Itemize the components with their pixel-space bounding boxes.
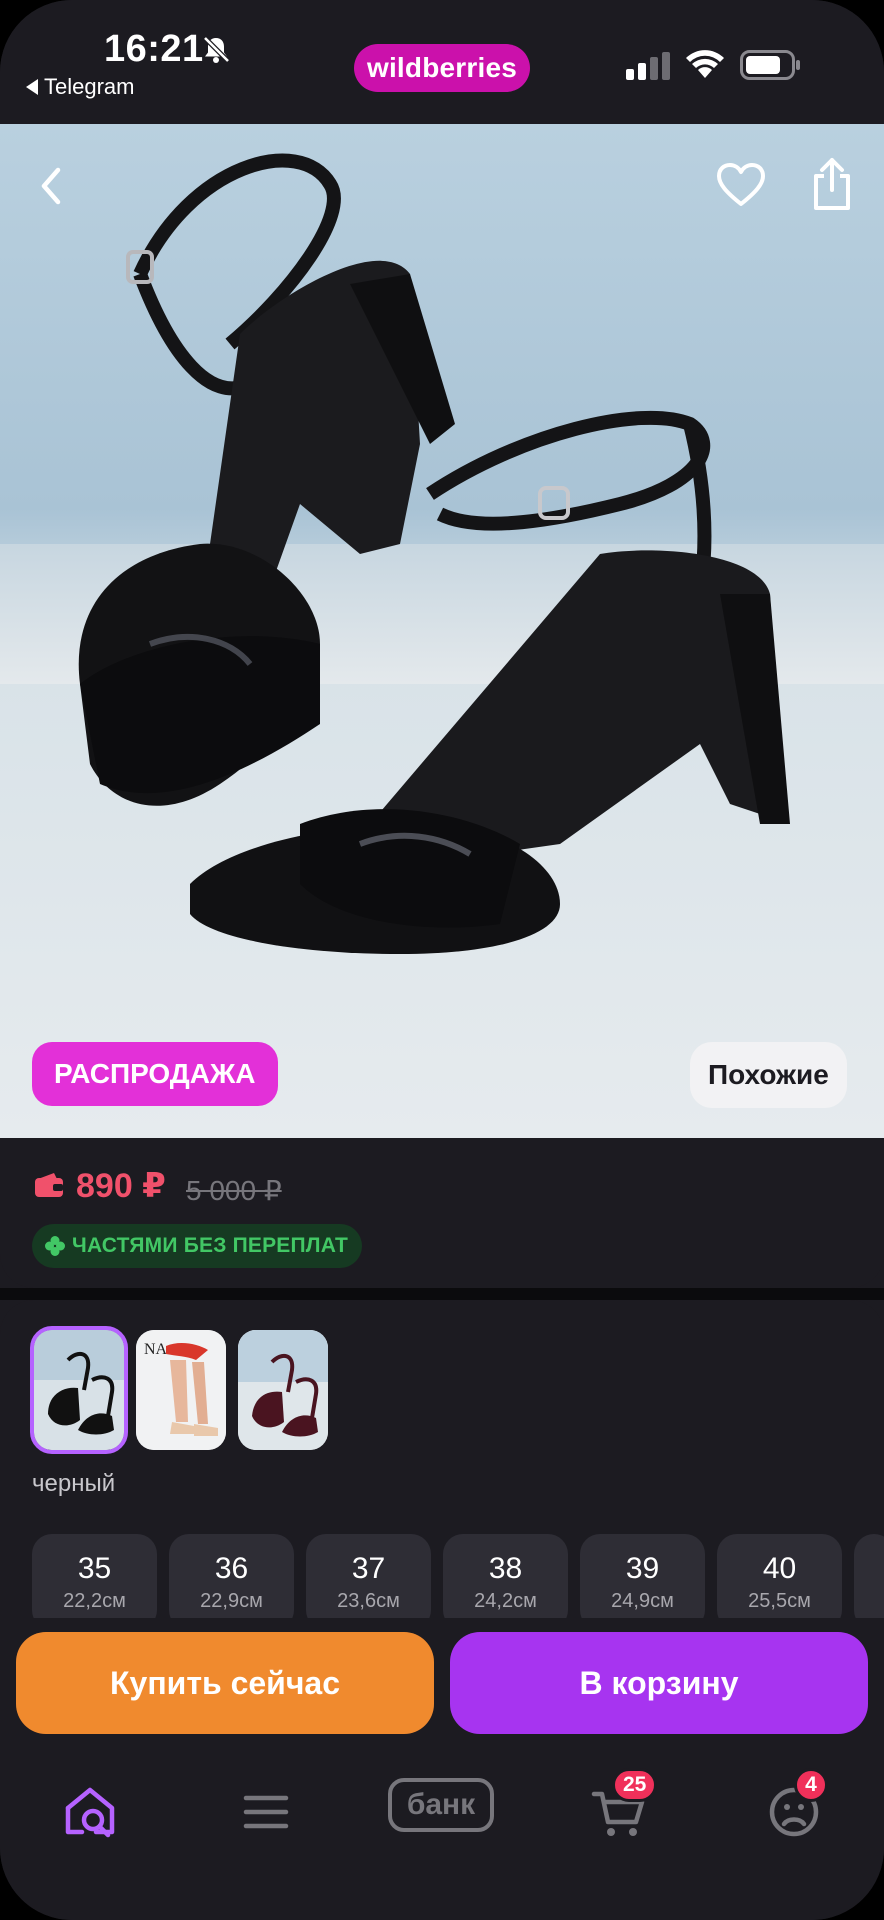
color-thumbnail-beige[interactable]: NA	[136, 1330, 226, 1450]
buy-now-button[interactable]: Купить сейчас	[16, 1632, 434, 1734]
add-to-cart-button[interactable]: В корзину	[450, 1632, 868, 1734]
size-option-partial[interactable]	[854, 1534, 884, 1630]
wallet-icon	[35, 1173, 63, 1197]
left-sandal	[78, 153, 455, 806]
size-option[interactable]: 39 24,9см	[580, 1534, 705, 1630]
size-length: 23,6см	[337, 1590, 400, 1612]
size-option[interactable]: 36 22,9см	[169, 1534, 294, 1630]
similar-products-button[interactable]: Похожие	[690, 1042, 847, 1108]
cellular-signal-icon	[626, 52, 670, 80]
price-card: 890 ₽ 5 000 ₽ ЧАСТЯМИ БЕЗ ПЕРЕПЛАТ	[0, 1138, 884, 1288]
back-to-app-link[interactable]: Telegram	[26, 74, 134, 100]
section-divider	[0, 1288, 884, 1300]
share-icon[interactable]	[808, 156, 856, 212]
size-number: 40	[762, 1552, 797, 1585]
color-thumbnail-burgundy[interactable]	[238, 1330, 328, 1450]
size-number: 35	[77, 1552, 112, 1585]
size-length: 22,9см	[200, 1590, 263, 1612]
burgundy-sandal-thumbnail-image	[238, 1330, 328, 1450]
bank-tab[interactable]: банк	[388, 1778, 494, 1832]
status-bar: 16:21 Telegram wildberries	[0, 0, 884, 124]
bottom-navigation: банк 25 4	[0, 1748, 884, 1920]
bell-off-icon	[203, 36, 230, 63]
brand-pill: wildberries	[354, 44, 530, 92]
color-thumbnail-black[interactable]	[30, 1326, 128, 1454]
bank-label: банк	[406, 1788, 476, 1821]
black-sandal-thumbnail-image	[34, 1330, 124, 1450]
back-app-label: Telegram	[44, 74, 135, 99]
size-number: 39	[625, 1552, 660, 1585]
back-triangle-icon	[26, 79, 38, 95]
product-photo	[78, 153, 790, 954]
battery-icon	[740, 50, 800, 80]
size-option[interactable]: 35 22,2см	[32, 1534, 157, 1630]
old-price: 5 000 ₽	[186, 1175, 282, 1206]
status-time: 16:21	[104, 28, 204, 70]
selected-color-name: черный	[32, 1470, 116, 1497]
size-number: 37	[351, 1552, 386, 1585]
catalog-menu-icon[interactable]	[236, 1782, 296, 1842]
size-length: 25,5см	[748, 1590, 811, 1612]
current-price: 890 ₽	[76, 1167, 166, 1205]
svg-text:NA: NA	[144, 1341, 168, 1358]
clover-icon	[45, 1236, 65, 1256]
size-option[interactable]: 38 24,2см	[443, 1534, 568, 1630]
wifi-icon	[686, 50, 724, 78]
size-number: 36	[214, 1552, 249, 1585]
back-chevron-icon[interactable]	[34, 164, 70, 208]
installment-label: ЧАСТЯМИ БЕЗ ПЕРЕПЛАТ	[72, 1234, 349, 1257]
installment-badge[interactable]: ЧАСТЯМИ БЕЗ ПЕРЕПЛАТ	[32, 1224, 363, 1268]
size-selector: 35 22,2см 36 22,9см 37 23,6см 38 24,2см …	[32, 1534, 884, 1630]
size-length: 24,2см	[474, 1590, 537, 1612]
beige-sandal-thumbnail-image: NA	[136, 1330, 226, 1450]
profile-count-badge: 4	[794, 1768, 828, 1802]
variants-card: NA черный 35 22,2см 36 22,9см 37 23,6см …	[0, 1300, 884, 1630]
phone-screen: 16:21 Telegram wildberries РАСПРОДАЖА По…	[0, 0, 884, 1920]
size-length: 24,9см	[611, 1590, 674, 1612]
home-search-icon[interactable]	[60, 1782, 120, 1842]
product-image-gallery[interactable]: РАСПРОДАЖА Похожие	[0, 124, 884, 1138]
size-number: 38	[488, 1552, 523, 1585]
sale-badge[interactable]: РАСПРОДАЖА	[32, 1042, 278, 1106]
size-option[interactable]: 37 23,6см	[306, 1534, 431, 1630]
cart-count-badge: 25	[612, 1768, 658, 1802]
size-length: 22,2см	[63, 1590, 126, 1612]
size-option[interactable]: 40 25,5см	[717, 1534, 842, 1630]
favorite-heart-icon[interactable]	[716, 162, 766, 208]
action-bar: Купить сейчас В корзину	[0, 1618, 884, 1748]
